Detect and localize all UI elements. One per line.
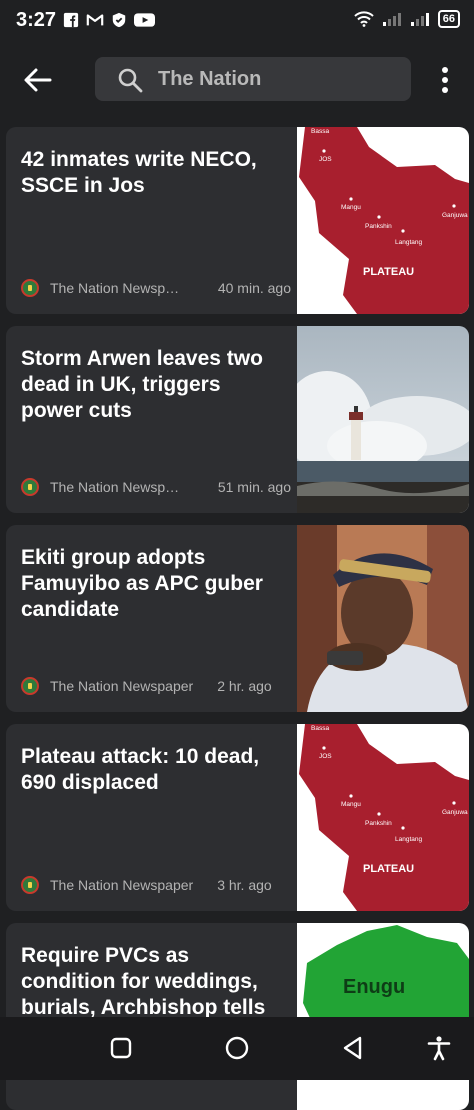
facebook-icon (63, 12, 79, 28)
article-time: 51 min. ago (217, 479, 291, 495)
article-title: Plateau attack: 10 dead, 690 displaced (21, 745, 260, 794)
source-logo (21, 677, 39, 695)
source-name: The Nation Newspaper (50, 479, 185, 495)
article-card[interactable]: Storm Arwen leaves two dead in UK, trigg… (6, 326, 469, 513)
back-triangle-icon[interactable] (340, 1035, 366, 1061)
map-label: JOS (319, 753, 332, 760)
article-thumbnail: Bassa JOS Mangu Pankshin Langtang Ganjuw… (297, 127, 469, 314)
more-options-icon[interactable] (430, 64, 460, 96)
source-logo (21, 279, 39, 297)
map-label: Mangu (341, 801, 361, 808)
status-time: 3:27 (16, 9, 57, 31)
article-time: 2 hr. ago (217, 678, 272, 694)
article-thumbnail (297, 525, 469, 712)
article-card[interactable]: Ekiti group adopts Famuyibo as APC guber… (6, 525, 469, 712)
back-arrow-icon[interactable] (22, 64, 54, 96)
article-card[interactable]: 42 inmates write NECO, SSCE in Jos The N… (6, 127, 469, 314)
map-label: PLATEAU (363, 266, 414, 278)
search-bar[interactable]: The Nation (95, 57, 411, 101)
system-nav-bar (0, 1017, 474, 1080)
source-name: The Nation Newspaper (50, 877, 194, 893)
article-meta: The Nation Newspaper 51 min. ago (21, 476, 291, 498)
article-thumbnail: Bassa JOS Mangu Pankshin Langtang Ganjuw… (297, 724, 469, 911)
accessibility-icon[interactable] (426, 1035, 452, 1061)
article-card[interactable]: Plateau attack: 10 dead, 690 displaced T… (6, 724, 469, 911)
article-time: 40 min. ago (217, 280, 291, 296)
signal-icon (410, 13, 429, 26)
status-bar: 3:27 66 (0, 0, 474, 44)
youtube-icon (134, 13, 155, 27)
map-label: Mangu (341, 204, 361, 211)
article-meta: The Nation Newspaper 2 hr. ago (21, 675, 291, 697)
article-title: Storm Arwen leaves two dead in UK, trigg… (21, 347, 263, 422)
map-label: Bassa (311, 725, 329, 732)
article-time: 3 hr. ago (217, 877, 272, 893)
recents-icon[interactable] (108, 1035, 134, 1061)
article-title: Require PVCs as condition for weddings, … (21, 944, 266, 1019)
map-label: Pankshin (365, 223, 392, 230)
map-label: Enugu (343, 976, 405, 998)
search-icon (118, 68, 143, 93)
article-title: 42 inmates write NECO, SSCE in Jos (21, 148, 257, 197)
source-name: The Nation Newspaper (50, 280, 185, 296)
shield-icon (112, 12, 126, 28)
map-label: PLATEAU (363, 863, 414, 875)
map-label: Bassa (311, 128, 329, 135)
battery-icon: 66 (437, 10, 460, 28)
wifi-icon (354, 11, 374, 27)
source-name: The Nation Newspaper (50, 678, 194, 694)
search-query: The Nation (158, 68, 262, 90)
gmail-icon (86, 14, 104, 26)
article-thumbnail (297, 326, 469, 513)
source-logo (21, 478, 39, 496)
article-title: Ekiti group adopts Famuyibo as APC guber… (21, 546, 263, 621)
map-label: Langtang (395, 239, 422, 246)
signal-icon (382, 13, 401, 26)
article-meta: The Nation Newspaper 3 hr. ago (21, 874, 291, 896)
map-label: JOS (319, 156, 332, 163)
map-label: Ganjuwa (442, 809, 468, 816)
home-icon[interactable] (224, 1035, 250, 1061)
map-label: Langtang (395, 836, 422, 843)
map-label: Pankshin (365, 820, 392, 827)
map-label: Ganjuwa (442, 212, 468, 219)
source-logo (21, 876, 39, 894)
article-meta: The Nation Newspaper 40 min. ago (21, 277, 291, 299)
